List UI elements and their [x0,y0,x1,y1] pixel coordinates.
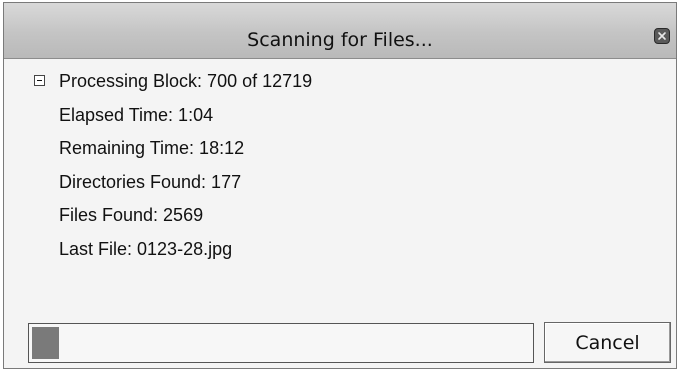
tree-item-directories-found: Directories Found: 177 [32,170,312,204]
processing-block-label: Processing Block: 700 of 12719 [59,71,313,91]
tree-item-last-file: Last File: 0123-28.jpg [32,237,312,271]
tree-item-remaining-time: Remaining Time: 18:12 [32,136,312,170]
remaining-time-label: Remaining Time: 18:12 [59,138,245,158]
last-file-label: Last File: 0123-28.jpg [59,238,233,259]
elapsed-time-label: Elapsed Time: 1:04 [59,104,214,125]
close-icon[interactable] [654,28,670,44]
status-tree: Processing Block: 700 of 12719 Elapsed T… [32,69,312,270]
window-title: Scanning for Files... [247,29,433,51]
scan-dialog: Scanning for Files... Processing Block: … [3,2,677,369]
progress-fill [32,327,59,359]
tree-node-processing-block[interactable]: Processing Block: 700 of 12719 [32,69,312,103]
tree-item-files-found: Files Found: 2569 [32,203,312,237]
directories-found-label: Directories Found: 177 [59,171,242,192]
dialog-content: Processing Block: 700 of 12719 Elapsed T… [4,59,676,368]
title-bar[interactable]: Scanning for Files... [4,3,676,59]
progress-bar [28,323,534,363]
collapse-toggle-icon[interactable] [34,75,45,86]
tree-item-elapsed-time: Elapsed Time: 1:04 [32,103,312,137]
files-found-label: Files Found: 2569 [59,205,204,225]
cancel-button[interactable]: Cancel [544,322,671,363]
